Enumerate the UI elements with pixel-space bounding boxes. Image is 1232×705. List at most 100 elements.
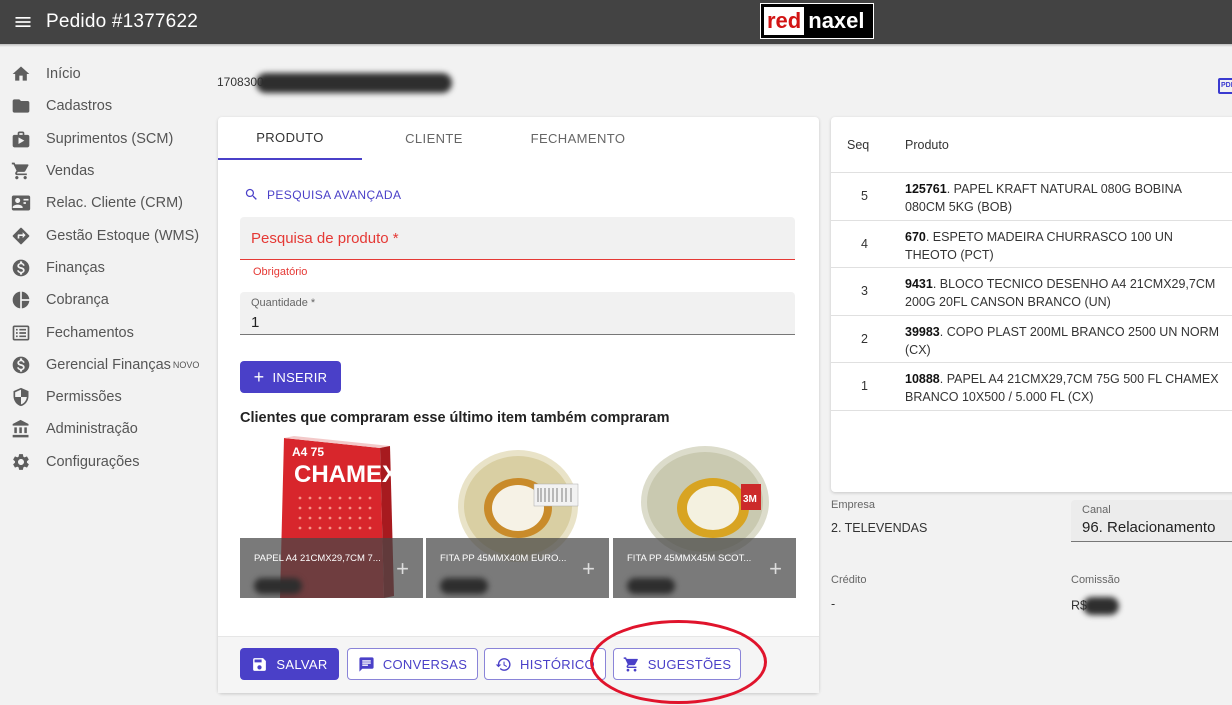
- canal-select[interactable]: Canal 96. Relacionamento: [1071, 500, 1232, 542]
- svg-text:3M: 3M: [743, 494, 757, 505]
- home-icon: [10, 63, 32, 85]
- sidebar-item-vendas[interactable]: Vendas: [0, 155, 215, 187]
- quantity-input[interactable]: [251, 312, 781, 332]
- canal-value: 96. Relacionamento: [1082, 519, 1216, 536]
- sidebar-item-permissoes[interactable]: Permissões: [0, 381, 215, 413]
- row-product: 39983. COPO PLAST 200ML BRANCO 2500 UN N…: [905, 323, 1225, 359]
- recommendation-card[interactable]: FITA PP 45MMX40M EURO... +: [426, 436, 609, 598]
- table-row[interactable]: 5 125761. PAPEL KRAFT NATURAL 080G BOBIN…: [831, 173, 1232, 221]
- redacted-price: [627, 578, 675, 594]
- recommendation-card[interactable]: A4 75 CHAMEX PAPEL A4 21CMX29,7CM 7... +: [240, 436, 423, 598]
- sidebar-item-administracao[interactable]: Administração: [0, 413, 215, 445]
- search-icon: [245, 188, 257, 200]
- save-button[interactable]: SALVAR: [240, 648, 339, 680]
- insert-button[interactable]: + INSERIR: [240, 361, 341, 393]
- pdf-icon[interactable]: PDF: [1218, 78, 1232, 94]
- tab-produto[interactable]: PRODUTO: [218, 117, 362, 160]
- svg-text:A4 75: A4 75: [292, 445, 324, 459]
- product-description: . PAPEL KRAFT NATURAL 080G BOBINA 080CM …: [905, 182, 1182, 214]
- chat-icon: [359, 656, 374, 672]
- add-recommendation-button[interactable]: +: [396, 558, 409, 580]
- row-product: 10888. PAPEL A4 21CMX29,7CM 75G 500 FL C…: [905, 370, 1225, 406]
- redacted-price: [254, 578, 302, 594]
- sidebar-item-cadastros[interactable]: Cadastros: [0, 90, 215, 122]
- quantity-field: Quantidade *: [240, 292, 795, 335]
- insert-button-label: INSERIR: [272, 369, 328, 385]
- product-description: . PAPEL A4 21CMX29,7CM 75G 500 FL CHAMEX…: [905, 372, 1219, 404]
- add-recommendation-button[interactable]: +: [769, 558, 782, 580]
- recommendation-name: FITA PP 45MMX40M EURO...: [440, 553, 567, 564]
- product-code: 39983: [905, 324, 940, 339]
- sidebar-item-gerencial-financas[interactable]: Gerencial Finanças NOVO: [0, 349, 215, 381]
- table-row[interactable]: 1 10888. PAPEL A4 21CMX29,7CM 75G 500 FL…: [831, 363, 1232, 411]
- search-required-hint: Obrigatório: [253, 266, 308, 278]
- redacted-value: [1082, 597, 1119, 615]
- table-row[interactable]: 3 9431. BLOCO TECNICO DESENHO A4 21CMX29…: [831, 268, 1232, 316]
- recommendation-name: FITA PP 45MMX45M SCOT...: [627, 553, 752, 564]
- history-icon: [495, 657, 511, 671]
- sidebar-item-label: Fechamentos: [46, 324, 134, 341]
- sidebar-item-suprimentos[interactable]: Suprimentos (SCM): [0, 123, 215, 155]
- sidebar-item-financas[interactable]: Finanças: [0, 252, 215, 284]
- sidebar-item-label: Configurações: [46, 453, 140, 470]
- sidebar-item-crm[interactable]: Relac. Cliente (CRM): [0, 187, 215, 219]
- row-seq: 4: [861, 236, 868, 251]
- sidebar-item-label: Cobrança: [46, 292, 109, 309]
- contact-card-icon: [10, 192, 32, 214]
- suggestions-button-label: SUGESTÕES: [647, 656, 732, 672]
- recommendation-card[interactable]: 3M FITA PP 45MMX45M SCOT... +: [613, 436, 796, 598]
- order-customer-code: 1708300: [217, 73, 452, 93]
- sidebar-item-inicio[interactable]: Início: [0, 58, 215, 90]
- new-badge: NOVO: [172, 359, 200, 370]
- cart-icon: [623, 656, 638, 672]
- product-description: . BLOCO TECNICO DESENHO A4 21CMX29,7CM 2…: [905, 277, 1216, 309]
- bank-icon: [10, 418, 32, 440]
- column-header-product: Produto: [905, 138, 949, 152]
- pie-chart-icon: [10, 289, 32, 311]
- sidebar-item-label: Relac. Cliente (CRM): [46, 195, 183, 212]
- suggestions-button[interactable]: SUGESTÕES: [613, 648, 741, 680]
- floppy-disk-icon: [253, 657, 267, 671]
- sidebar-item-label: Início: [46, 66, 81, 83]
- row-seq: 5: [861, 189, 868, 203]
- tab-cliente[interactable]: CLIENTE: [362, 117, 506, 160]
- sidebar-item-label: Gerencial Finanças: [46, 356, 171, 373]
- supply-icon: [10, 128, 32, 150]
- sidebar-item-fechamentos[interactable]: Fechamentos: [0, 316, 215, 348]
- history-button[interactable]: HISTÓRICO: [484, 648, 606, 680]
- column-header-seq: Seq: [847, 138, 870, 152]
- sidebar-item-label: Administração: [46, 421, 138, 438]
- list-icon: [10, 322, 32, 344]
- add-recommendation-button[interactable]: +: [582, 558, 595, 580]
- rednaxel-logo: red naxel: [760, 3, 874, 39]
- product-code: 10888: [905, 372, 940, 386]
- product-code: 125761: [905, 182, 947, 196]
- tab-fechamento[interactable]: FECHAMENTO: [506, 117, 650, 160]
- product-search-field: [240, 217, 795, 260]
- product-description: . ESPETO MADEIRA CHURRASCO 100 UN THEOTO…: [905, 229, 1173, 262]
- table-row[interactable]: 2 39983. COPO PLAST 200ML BRANCO 2500 UN…: [831, 316, 1232, 363]
- save-button-label: SALVAR: [276, 656, 328, 672]
- row-product: 670. ESPETO MADEIRA CHURRASCO 100 UN THE…: [905, 228, 1225, 264]
- row-seq: 1: [861, 379, 868, 393]
- sidebar-item-wms[interactable]: Gestão Estoque (WMS): [0, 219, 215, 251]
- history-button-label: HISTÓRICO: [520, 656, 595, 672]
- menu-button[interactable]: [0, 0, 46, 44]
- sidebar-item-configuracoes[interactable]: Configurações: [0, 446, 215, 478]
- conversations-button[interactable]: CONVERSAS: [347, 648, 478, 680]
- sidebar-item-cobranca[interactable]: Cobrança: [0, 284, 215, 316]
- canal-label: Canal: [1082, 504, 1111, 516]
- svg-text:CHAMEX: CHAMEX: [294, 461, 398, 488]
- advanced-search-label: PESQUISA AVANÇADA: [267, 187, 402, 202]
- product-search-input[interactable]: [240, 217, 795, 259]
- sidebar-item-label: Finanças: [46, 259, 105, 276]
- advanced-search-button[interactable]: PESQUISA AVANÇADA: [244, 187, 401, 202]
- row-product: 125761. PAPEL KRAFT NATURAL 080G BOBINA …: [905, 180, 1225, 216]
- directions-icon: [10, 225, 32, 247]
- plus-icon: +: [253, 367, 265, 387]
- logo-text-naxel: naxel: [808, 8, 865, 33]
- table-row[interactable]: 4 670. ESPETO MADEIRA CHURRASCO 100 UN T…: [831, 221, 1232, 268]
- redacted-price: [440, 578, 488, 594]
- order-items-table: Seq Produto 5 125761. PAPEL KRAFT NATURA…: [831, 117, 1232, 492]
- product-code: 9431: [905, 277, 933, 291]
